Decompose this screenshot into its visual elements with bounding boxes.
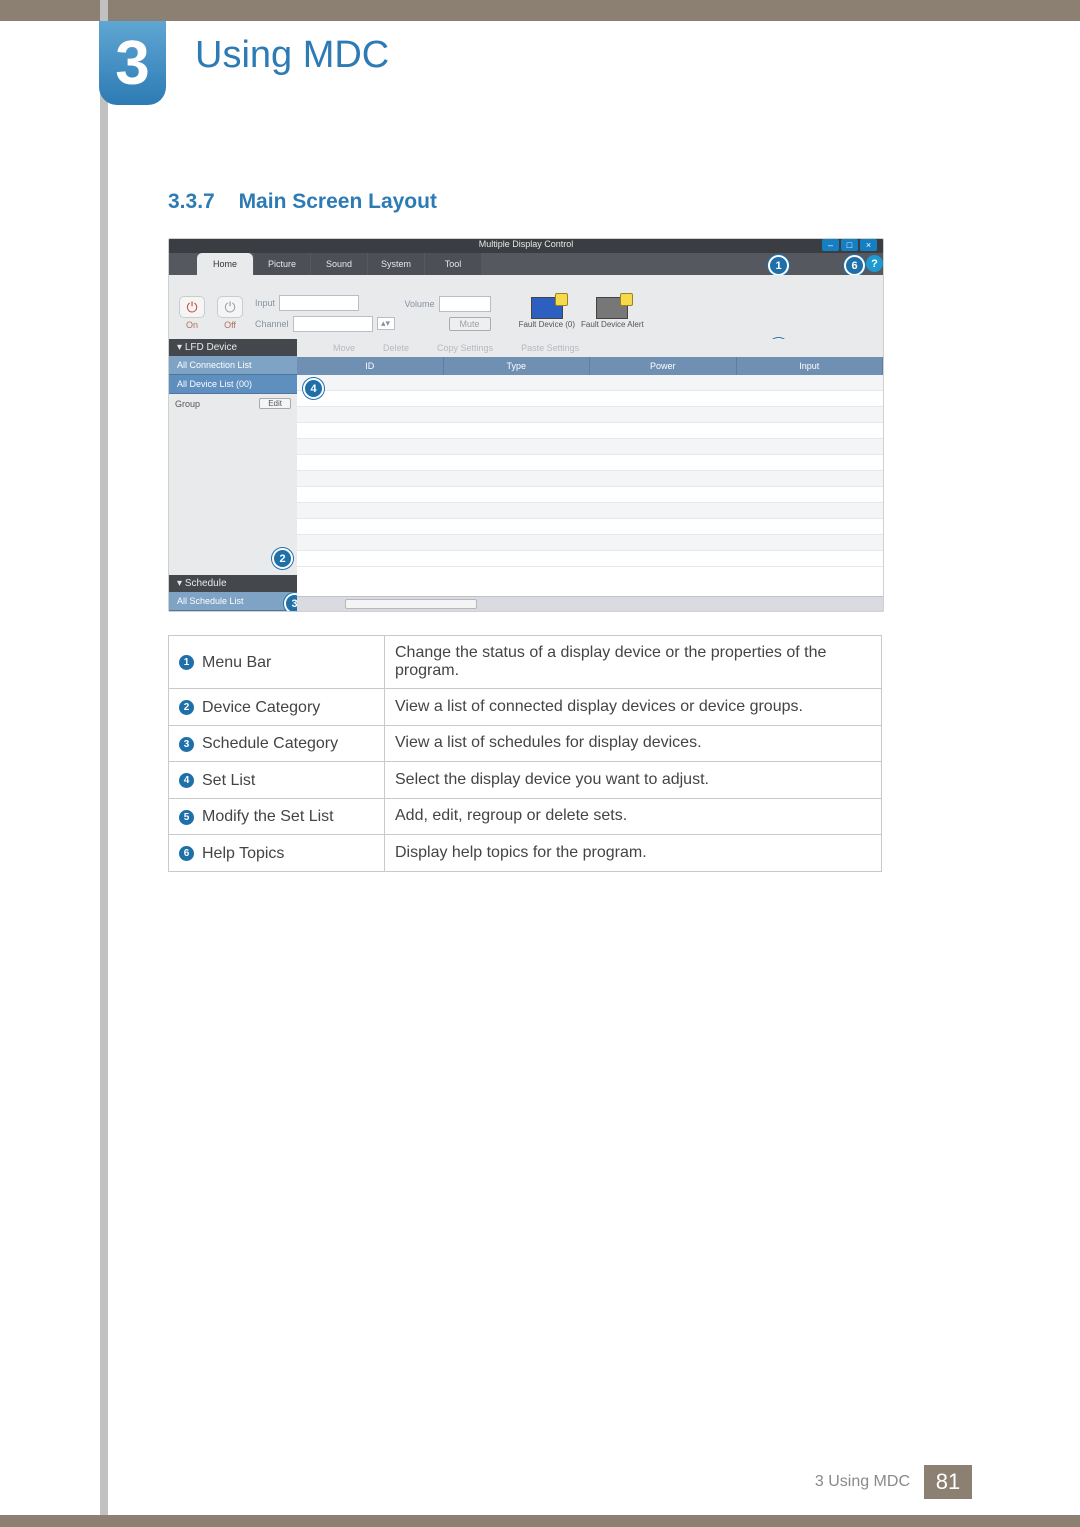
fault-device-count[interactable]: Fault Device (0) <box>519 297 575 329</box>
legend-label: Schedule Category <box>202 735 338 753</box>
menu-bar: Home Picture Sound System Tool 1 6 ? <box>169 253 883 275</box>
tab-picture[interactable]: Picture <box>254 253 310 275</box>
horizontal-scrollbar[interactable] <box>297 596 883 611</box>
input-label: Input <box>255 298 275 308</box>
delete-button[interactable]: Delete <box>383 343 409 353</box>
table-row: 1Menu Bar Change the status of a display… <box>169 636 882 689</box>
legend-label: Menu Bar <box>202 654 271 672</box>
schedule-header[interactable]: ▾ Schedule <box>169 575 297 592</box>
legend-desc: Display help topics for the program. <box>385 835 882 872</box>
legend-table: 1Menu Bar Change the status of a display… <box>168 635 882 872</box>
legend-desc: Select the display device you want to ad… <box>385 762 882 799</box>
page-top-bar <box>0 0 1080 21</box>
col-type[interactable]: Type <box>444 357 591 375</box>
volume-label: Volume <box>405 299 435 309</box>
page-footer: 3 Using MDC 81 <box>815 1465 972 1499</box>
page-bottom-bar <box>0 1515 1080 1527</box>
grid-column-header: ID Type Power Input <box>297 357 883 375</box>
group-label: Group <box>175 399 200 409</box>
main-content: ▾ LFD Device All Connection List All Dev… <box>169 339 883 611</box>
move-button[interactable]: Move <box>333 343 355 353</box>
window-title: Multiple Display Control <box>479 239 574 249</box>
paste-settings-button[interactable]: Paste Settings <box>521 343 579 353</box>
table-row: 2Device Category View a list of connecte… <box>169 689 882 726</box>
legend-label: Help Topics <box>202 845 284 863</box>
footer-label: 3 Using MDC <box>815 1473 910 1491</box>
page-number: 81 <box>924 1465 972 1499</box>
chapter-title: Using MDC <box>195 34 389 77</box>
power-on-button[interactable]: ⏻On <box>177 296 207 330</box>
copy-settings-button[interactable]: Copy Settings <box>437 343 493 353</box>
side-panel: ▾ LFD Device All Connection List All Dev… <box>169 339 297 611</box>
section-number: 3.3.7 <box>168 190 215 213</box>
minimize-button[interactable]: – <box>822 239 839 251</box>
section-title: Main Screen Layout <box>239 190 437 213</box>
all-connection-list[interactable]: All Connection List <box>169 356 297 375</box>
all-schedule-list[interactable]: All Schedule List 3 <box>169 592 297 611</box>
legend-label: Set List <box>202 772 255 790</box>
fault-device-alert[interactable]: Fault Device Alert <box>581 297 644 329</box>
maximize-button[interactable]: □ <box>841 239 858 251</box>
annotation-2: 2 <box>272 548 293 569</box>
grid-rows[interactable]: 4 <box>297 375 883 596</box>
edit-button[interactable]: Edit <box>259 398 291 409</box>
table-row: 6Help Topics Display help topics for the… <box>169 835 882 872</box>
col-power[interactable]: Power <box>590 357 737 375</box>
legend-desc: View a list of connected display devices… <box>385 689 882 726</box>
tab-tool[interactable]: Tool <box>425 253 481 275</box>
close-button[interactable]: × <box>860 239 877 251</box>
tab-sound[interactable]: Sound <box>311 253 367 275</box>
lfd-header[interactable]: ▾ LFD Device <box>169 339 297 356</box>
set-list-button-row: Move Delete Copy Settings Paste Settings <box>297 339 883 357</box>
help-icon[interactable]: ? <box>866 255 883 272</box>
screenshot-figure: Multiple Display Control – □ × Home Pict… <box>168 238 884 612</box>
mute-button[interactable]: Mute <box>449 317 491 331</box>
annotation-6: 6 <box>844 255 865 276</box>
input-combo[interactable] <box>279 295 359 311</box>
col-id[interactable]: ID <box>297 357 444 375</box>
grid-area: Move Delete Copy Settings Paste Settings… <box>297 339 883 611</box>
annotation-1: 1 <box>768 255 789 276</box>
window-titlebar: Multiple Display Control – □ × <box>169 239 883 253</box>
chapter-badge: 3 <box>99 21 166 105</box>
legend-desc: View a list of schedules for display dev… <box>385 725 882 762</box>
legend-label: Device Category <box>202 699 320 717</box>
power-off-button[interactable]: ⏻Off <box>215 296 245 330</box>
annotation-4: 4 <box>303 378 324 399</box>
legend-label: Modify the Set List <box>202 808 334 826</box>
col-input[interactable]: Input <box>737 357 884 375</box>
channel-combo[interactable] <box>293 316 373 332</box>
section-heading: 3.3.7 Main Screen Layout <box>168 190 437 214</box>
volume-field[interactable] <box>439 296 491 312</box>
channel-label: Channel <box>255 319 289 329</box>
table-row: 3Schedule Category View a list of schedu… <box>169 725 882 762</box>
channel-spinner[interactable]: ▴▾ <box>377 317 395 330</box>
table-row: 5Modify the Set List Add, edit, regroup … <box>169 798 882 835</box>
group-row: Group Edit <box>169 394 297 413</box>
table-row: 4Set List Select the display device you … <box>169 762 882 799</box>
all-device-list[interactable]: All Device List (00) <box>169 375 297 394</box>
legend-desc: Add, edit, regroup or delete sets. <box>385 798 882 835</box>
legend-desc: Change the status of a display device or… <box>385 636 882 689</box>
tab-home[interactable]: Home <box>197 253 253 275</box>
tab-system[interactable]: System <box>368 253 424 275</box>
page-left-stripe <box>100 0 108 1527</box>
